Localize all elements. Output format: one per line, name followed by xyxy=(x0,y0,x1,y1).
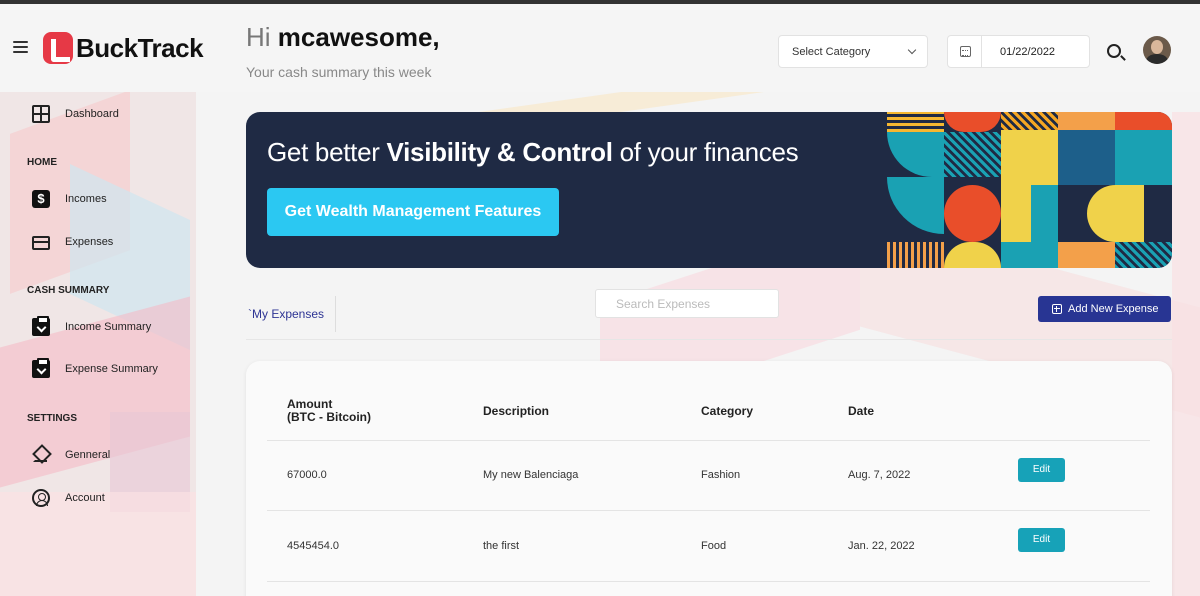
column-header-description: Description xyxy=(483,404,550,418)
table-row-divider xyxy=(267,440,1150,441)
sidebar-item-general[interactable]: Genneral xyxy=(32,445,110,465)
sidebar-item-label: Incomes xyxy=(65,193,107,205)
cell-description: the first xyxy=(483,540,520,552)
cell-amount: 4545454.0 xyxy=(287,540,339,552)
greeting-prefix: Hi xyxy=(246,22,278,52)
edit-button[interactable]: Edit xyxy=(1018,458,1065,482)
sidebar-section-cash-summary: CASH SUMMARY xyxy=(27,285,110,296)
plus-square-icon xyxy=(1052,304,1062,314)
calendar-icon-wrap[interactable] xyxy=(948,36,982,67)
banner-title: Get better Visibility & Control of your … xyxy=(267,137,799,168)
sidebar-item-income-summary[interactable]: Income Summary xyxy=(32,316,152,337)
greeting-subtitle: Your cash summary this week xyxy=(246,64,432,80)
sidebar-item-dashboard[interactable]: Dashboard xyxy=(32,104,119,124)
add-new-expense-label: Add New Expense xyxy=(1068,303,1159,315)
search-icon[interactable] xyxy=(1107,44,1121,58)
edit-button[interactable]: Edit xyxy=(1018,528,1065,552)
column-header-date: Date xyxy=(848,404,875,418)
sidebar-item-incomes[interactable]: $ Incomes xyxy=(32,189,107,209)
greeting-username: mcawesome, xyxy=(277,22,440,52)
section-divider xyxy=(246,339,1172,340)
avatar[interactable] xyxy=(1143,36,1171,64)
search-expenses-input[interactable]: Search Expenses xyxy=(595,289,779,318)
date-value: 01/22/2022 xyxy=(1000,46,1056,58)
wealth-management-button[interactable]: Get Wealth Management Features xyxy=(267,188,559,236)
column-header-amount: Amount (BTC - Bitcoin) xyxy=(287,398,371,424)
banner-title-bold: Visibility & Control xyxy=(386,137,613,167)
cell-amount: 67000.0 xyxy=(287,469,327,481)
dollar-icon: $ xyxy=(32,190,50,208)
greeting: Hi mcawesome, xyxy=(246,22,440,53)
clipboard-check-icon xyxy=(32,316,50,336)
credit-card-icon xyxy=(32,236,50,250)
category-select[interactable]: Select Category xyxy=(778,35,928,68)
cell-description: My new Balenciaga xyxy=(483,469,579,481)
sidebar-item-label: Dashboard xyxy=(65,108,119,120)
app-logo-text: BuckTrack xyxy=(76,33,204,63)
sidebar-item-label: Account xyxy=(65,492,105,504)
table-row-divider xyxy=(267,581,1150,582)
user-circle-icon xyxy=(32,489,50,507)
sidebar-item-label: Income Summary xyxy=(65,321,152,333)
layers-icon xyxy=(32,446,50,464)
column-header-amount-line2: (BTC - Bitcoin) xyxy=(287,410,371,424)
sidebar-item-label: Expense Summary xyxy=(65,363,158,375)
table-row-divider xyxy=(267,510,1150,511)
sidebar-item-expenses[interactable]: Expenses xyxy=(32,232,113,252)
banner-title-start: Get better xyxy=(267,137,387,167)
sidebar-section-home: HOME xyxy=(27,157,57,168)
add-new-expense-button[interactable]: Add New Expense xyxy=(1038,296,1171,322)
sidebar-item-label: Expenses xyxy=(65,236,114,248)
tab-divider xyxy=(335,296,336,332)
date-picker[interactable]: 01/22/2022 xyxy=(947,35,1090,68)
cell-date: Jan. 22, 2022 xyxy=(848,540,915,552)
top-header: BuckTrack Hi mcawesome, Your cash summar… xyxy=(0,4,1200,92)
sidebar-section-settings: SETTINGS xyxy=(27,413,78,424)
chevron-down-icon xyxy=(907,45,917,55)
column-header-category: Category xyxy=(701,404,754,418)
grid-icon xyxy=(32,105,50,123)
banner-geometric-art xyxy=(887,112,1172,268)
cell-category: Fashion xyxy=(701,469,741,481)
tab-my-expenses[interactable]: `My Expenses xyxy=(248,307,324,321)
calendar-icon xyxy=(960,46,971,57)
sidebar-item-expense-summary[interactable]: Expense Summary xyxy=(32,358,158,379)
sidebar-item-label: Genneral xyxy=(65,449,111,461)
banner-title-end: of your finances xyxy=(612,137,799,167)
bucktrack-logo-icon xyxy=(43,32,73,64)
cell-category: Food xyxy=(701,540,727,552)
category-select-value: Select Category xyxy=(792,46,871,58)
sidebar-item-account[interactable]: Account xyxy=(32,488,105,508)
sidebar: Dashboard HOME $ Incomes Expenses CASH S… xyxy=(0,92,196,596)
clipboard-check-icon xyxy=(32,358,50,378)
cell-date: Aug. 7, 2022 xyxy=(848,469,911,481)
hamburger-menu-icon[interactable] xyxy=(13,41,28,53)
promo-banner: Get better Visibility & Control of your … xyxy=(246,112,1172,268)
